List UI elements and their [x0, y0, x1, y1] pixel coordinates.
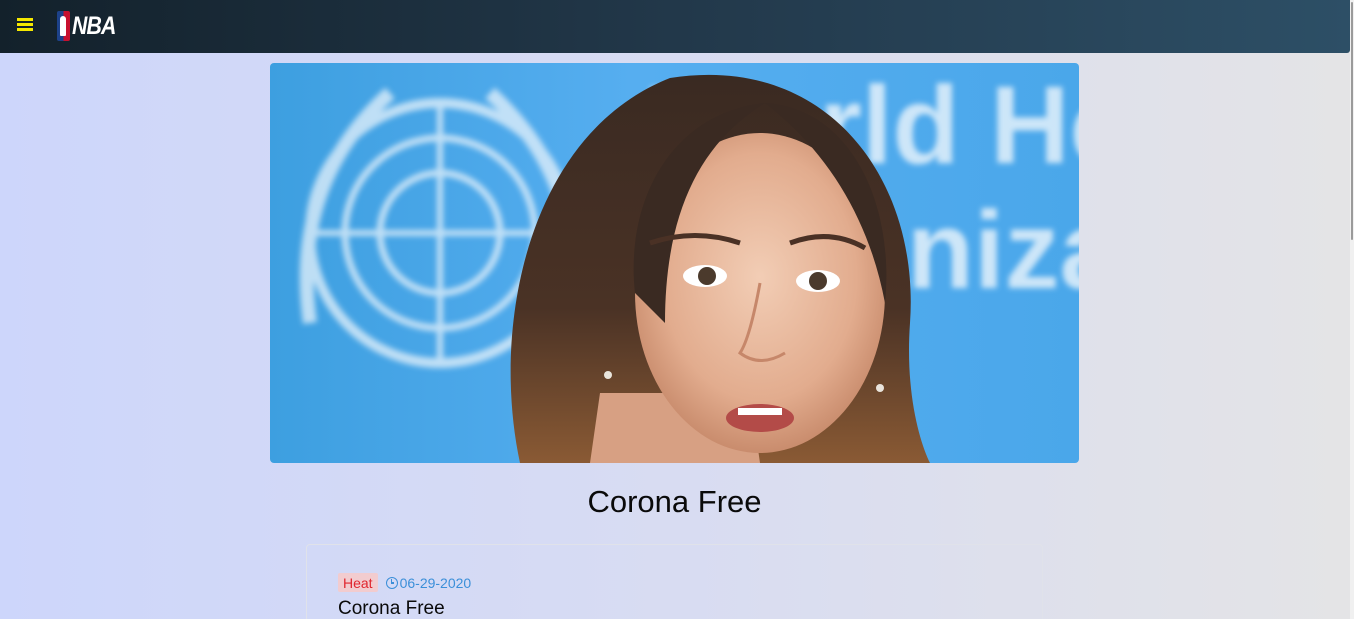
card-title[interactable]: Corona Free [338, 598, 445, 619]
hamburger-menu-icon[interactable] [17, 18, 33, 32]
date-text: 06-29-2020 [399, 574, 472, 591]
nba-logo-mark [57, 11, 70, 41]
hero-photo: World He Organiza [299, 64, 1079, 463]
scrollbar[interactable] [1350, 0, 1354, 619]
clock-icon [385, 576, 398, 589]
article-date: 06-29-2020 [385, 574, 472, 591]
page-title: Corona Free [587, 484, 762, 519]
hero-image: World He Organiza [270, 63, 1079, 463]
nba-logo[interactable]: NBA [57, 11, 123, 41]
team-tag[interactable]: Heat [338, 573, 378, 592]
nba-logo-text: NBA [72, 11, 116, 40]
scrollbar-thumb[interactable] [1351, 2, 1353, 240]
top-navbar: NBA [0, 0, 1350, 53]
article-card[interactable]: Heat 06-29-2020 Corona Free [306, 544, 1043, 619]
article-meta: Heat 06-29-2020 [338, 573, 471, 592]
